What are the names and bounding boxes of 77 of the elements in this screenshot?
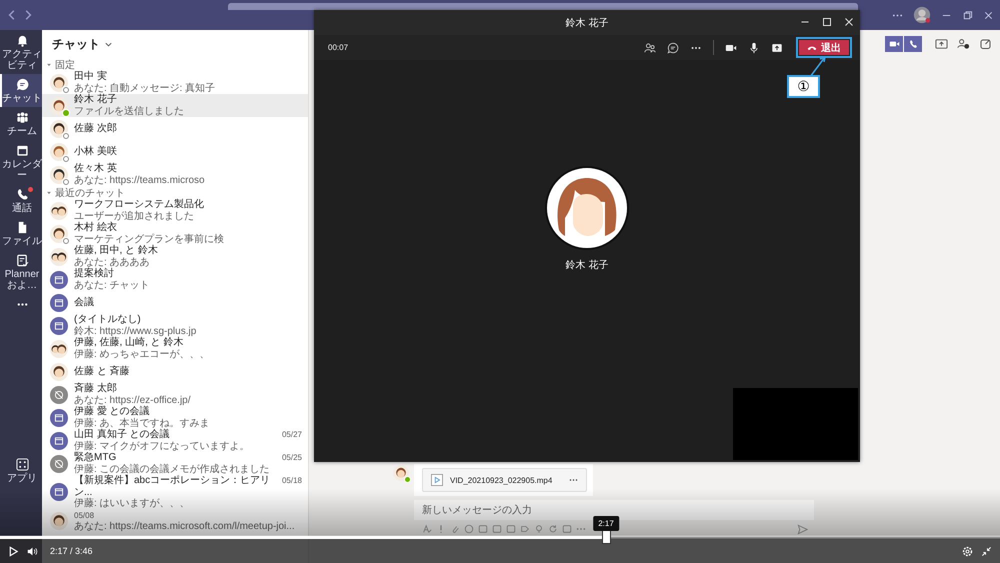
- section-header[interactable]: 固定: [42, 58, 308, 71]
- chat-preview: あなた: 自動メッセージ: 真知子: [74, 82, 216, 94]
- chat-item[interactable]: 木村 絵衣 マーケティングプランを事前に検: [42, 222, 308, 245]
- time-tooltip: 2:17: [593, 516, 619, 531]
- chat-name: 会議: [74, 296, 95, 308]
- chat-name: 佐藤, 田中, と 鈴木: [74, 245, 159, 256]
- rail-item[interactable]: カレンダー: [0, 140, 42, 184]
- chat-preview: 鈴木: https://www.sg-plus.jp: [74, 326, 198, 336]
- leave-button[interactable]: 退出: [799, 40, 849, 55]
- rail-item[interactable]: 通話: [0, 184, 42, 217]
- rail-item[interactable]: チーム: [0, 107, 42, 140]
- chat-preview: あなた: https://teams.microso: [74, 174, 206, 186]
- chat-date: 05/25: [282, 452, 302, 464]
- chat-item[interactable]: 伊藤 愛 との会議 伊藤: あ、本当ですね。すみま: [42, 406, 308, 429]
- chat-name: ワークフローシステム製品化: [74, 199, 205, 210]
- chat-preview: ファイルを送信しました: [74, 106, 185, 117]
- chat-preview: あなた: チャット: [74, 280, 151, 291]
- chat-item[interactable]: 斉藤 太郎 あなた: https://ez-office.jp/: [42, 383, 308, 406]
- call-timer: 00:07: [328, 43, 348, 52]
- step-label: ①: [787, 75, 820, 98]
- chat-date: 05/08: [74, 510, 94, 521]
- rail-item[interactable]: アプリ: [0, 454, 42, 487]
- chat-item[interactable]: 山田 真知子 との会議 05/27 伊藤: マイクがオフになっていますよ。: [42, 429, 308, 452]
- file-name: VID_20210923_022905.mp4: [450, 476, 552, 484]
- chat-name: 斉藤 太郎: [74, 383, 118, 394]
- chat-name: 山田 真知子 との会議: [74, 429, 171, 440]
- chat-item[interactable]: 鈴木 花子 ファイルを送信しました: [42, 94, 308, 117]
- chat-item[interactable]: 会議: [42, 291, 308, 314]
- chat-preview: 伊藤: この会議の会議メモが作成されました: [74, 464, 271, 474]
- window-title: 鈴木 花子: [566, 16, 608, 30]
- chat-list-title: チャット: [52, 36, 100, 52]
- chat-name: 木村 絵衣: [74, 222, 118, 234]
- chat-name: 伊藤 愛 との会議: [74, 406, 151, 418]
- chat-date: 05/27: [282, 429, 302, 440]
- chat-name: 小林 美咲: [74, 146, 118, 158]
- playback-time: 2:17 / 3:46: [50, 546, 93, 556]
- chat-preview: 伊藤: あ、本当ですね。すみま: [74, 418, 211, 428]
- chat-item[interactable]: ワークフローシステム製品化 ユーザーが追加されました: [42, 199, 308, 222]
- chat-name: 緊急MTG: [74, 452, 118, 464]
- chat-item[interactable]: 佐藤 と 斉藤: [42, 360, 308, 383]
- chat-item[interactable]: 緊急MTG 05/25 伊藤: この会議の会議メモが作成されました: [42, 452, 308, 475]
- participant-name: 鈴木 花子: [566, 258, 608, 272]
- chat-name: 佐藤 と 斉藤: [74, 366, 131, 378]
- chat-preview: あなた: https://ez-office.jp/: [74, 394, 192, 406]
- rail-item[interactable]: ファイル: [0, 217, 42, 250]
- chat-item[interactable]: 【新規案件】abcコーポレーション：ヒアリン... 05/18 伊藤: はいいますが、、、: [42, 475, 308, 510]
- chat-item[interactable]: 提案検討 あなた: チャット: [42, 268, 308, 291]
- chat-preview: あなた: https://teams.microsoft.com/l/meetup-joi...: [74, 521, 296, 532]
- chat-item[interactable]: 佐々木 英 あなた: https://teams.microso: [42, 163, 308, 186]
- chat-name: 鈴木 花子: [74, 94, 118, 106]
- message-input[interactable]: 新しいメッセージの入力: [414, 500, 814, 520]
- chat-date: 05/18: [282, 475, 302, 486]
- section-header[interactable]: 最近のチャット: [42, 186, 308, 199]
- chat-preview: ユーザーが追加されました: [74, 210, 195, 222]
- chat-name: 佐藤 次郎: [74, 122, 118, 134]
- chat-item[interactable]: 05/08 あなた: https://teams.microsoft.com/l/meetup-joi...: [42, 510, 308, 532]
- chat-preview: 伊藤: めっちゃエコーが、、、: [74, 348, 211, 360]
- chat-name: 伊藤, 佐藤, 山崎, と 鈴木: [74, 337, 184, 348]
- chat-item[interactable]: (タイトルなし) 鈴木: https://www.sg-plus.jp: [42, 314, 308, 337]
- chat-preview: あなた: ああああ: [74, 256, 151, 268]
- chat-item[interactable]: 佐藤 次郎: [42, 117, 308, 140]
- chat-preview: 伊藤: マイクがオフになっていますよ。: [74, 440, 251, 452]
- chat-item[interactable]: 小林 美咲: [42, 140, 308, 163]
- chat-name: 【新規案件】abcコーポレーション：ヒアリン...: [74, 475, 272, 498]
- chat-preview: 伊藤: はいいますが、、、: [74, 498, 191, 510]
- chat-item[interactable]: 伊藤, 佐藤, 山崎, と 鈴木 伊藤: めっちゃエコーが、、、: [42, 337, 308, 360]
- rail-item[interactable]: チャット: [0, 74, 42, 107]
- chat-item[interactable]: 田中 実 あなた: 自動メッセージ: 真知子: [42, 71, 308, 94]
- file-card[interactable]: VID_20210923_022905.mp4: [422, 468, 587, 492]
- chat-name: (タイトルなし): [74, 314, 142, 325]
- chat-preview: マーケティングプランを事前に検: [74, 234, 225, 244]
- chat-name: 提案検討: [74, 268, 115, 280]
- chat-item[interactable]: 佐藤, 田中, と 鈴木 あなた: ああああ: [42, 245, 308, 268]
- chat-name: 田中 実: [74, 71, 108, 82]
- rail-item[interactable]: Planner およ…: [0, 250, 42, 294]
- rail-item[interactable]: アクティビティ: [0, 30, 42, 74]
- chat-name: 佐々木 英: [74, 163, 118, 174]
